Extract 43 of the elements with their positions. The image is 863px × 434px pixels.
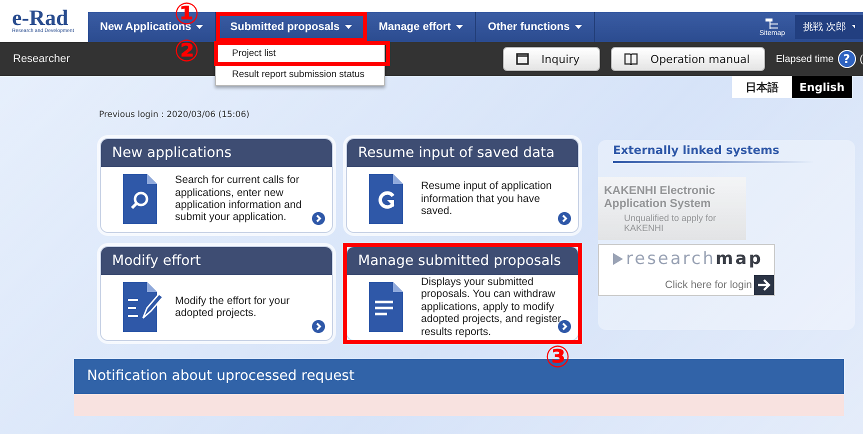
arrow-right-icon (754, 275, 774, 295)
card-title: Manage submitted proposals (347, 247, 578, 275)
section-title: Externally linked systems (613, 143, 813, 163)
language-button[interactable]: 日本語 (732, 76, 792, 98)
card-description: Modify the effort for your adopted projects. (175, 294, 291, 320)
card-description: Search for current calls for applications, enter new application information and submit your application. (175, 174, 303, 224)
chevron-right-icon[interactable] (558, 212, 571, 225)
elapsed-time-label: Elapsed time (776, 54, 834, 64)
chevron-right-icon[interactable] (312, 212, 325, 225)
nav-menu[interactable]: Submitted proposals (216, 12, 367, 42)
caret-icon (456, 25, 463, 29)
window-icon (516, 53, 530, 65)
play-icon (613, 253, 623, 265)
dropdown-item[interactable]: Project list (216, 43, 388, 64)
role-label: Researcher (13, 53, 70, 65)
caret-icon (852, 25, 855, 29)
language-button[interactable]: English (792, 76, 852, 98)
edit-document-icon (121, 280, 165, 334)
help-button[interactable]: ? (838, 50, 856, 68)
caret-icon (574, 25, 582, 29)
card-description: Resume input of application information that you have saved. (421, 180, 553, 218)
menu-card[interactable]: Manage submitted proposals Displays your submitted proposals. You can withdraw applications, apply to modify adopted projects, and register results reports. (346, 246, 579, 341)
card-title: Modify effort (101, 247, 332, 275)
sitemap-icon (765, 18, 780, 30)
dropdown-item[interactable]: Result report submission status (216, 64, 384, 85)
menu-card[interactable]: New applications Search for current calls for applications, enter new application information and submit your application. (100, 138, 333, 233)
menu-card[interactable]: Resume input of saved data Resume input of application information that you have saved. (346, 138, 579, 233)
chevron-right-icon[interactable] (312, 320, 325, 333)
caret-icon (344, 25, 352, 29)
book-icon (624, 53, 638, 65)
toolbar-button[interactable]: Operation manual (611, 47, 765, 71)
menu-card[interactable]: Modify effort Modify the effort for your adopted projects. (100, 246, 333, 341)
card-title: New applications (101, 139, 332, 167)
toolbar-button[interactable]: Inquiry (503, 47, 600, 71)
user-menu[interactable]: 挑戦 次郎 (795, 15, 863, 39)
card-title: Resume input of saved data (347, 139, 578, 167)
researchmap-banner[interactable]: research map Click here for login (598, 244, 775, 296)
login-link[interactable]: Click here for login (665, 279, 752, 291)
kakenhi-banner: KAKENHI Electronic Application System Unqualified to apply for KAKENHI (598, 177, 746, 240)
card-description: Displays your submitted proposals. You can withdraw applications, apply to modify adopted projects, and register results reports. (421, 276, 562, 338)
researchmap-logo: research map (626, 249, 763, 269)
previous-login-text: Previous login : 2020/03/06 (15:06) (99, 110, 250, 120)
elapsed-time-value: ( (860, 54, 863, 64)
